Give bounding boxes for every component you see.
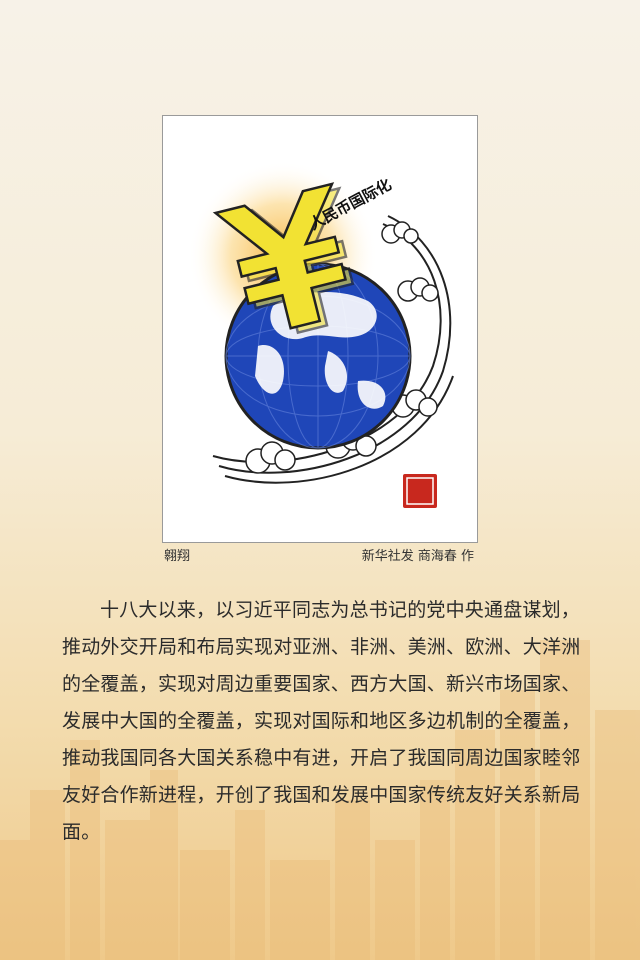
cartoon-panel: 人民币国际化: [162, 115, 478, 543]
cartoon-illustration: 人民币国际化: [188, 161, 454, 508]
cartoon-caption: 翱翔 新华社发 商海春 作: [162, 543, 478, 564]
cartoon-title: 翱翔: [164, 549, 191, 564]
artist-seal: [403, 474, 437, 508]
cartoon-credit: 新华社发 商海春 作: [361, 549, 474, 564]
article-paragraph: 十八大以来，以习近平同志为总书记的党中央通盘谋划，推动外交开局和布局实现对亚洲、…: [62, 599, 581, 843]
